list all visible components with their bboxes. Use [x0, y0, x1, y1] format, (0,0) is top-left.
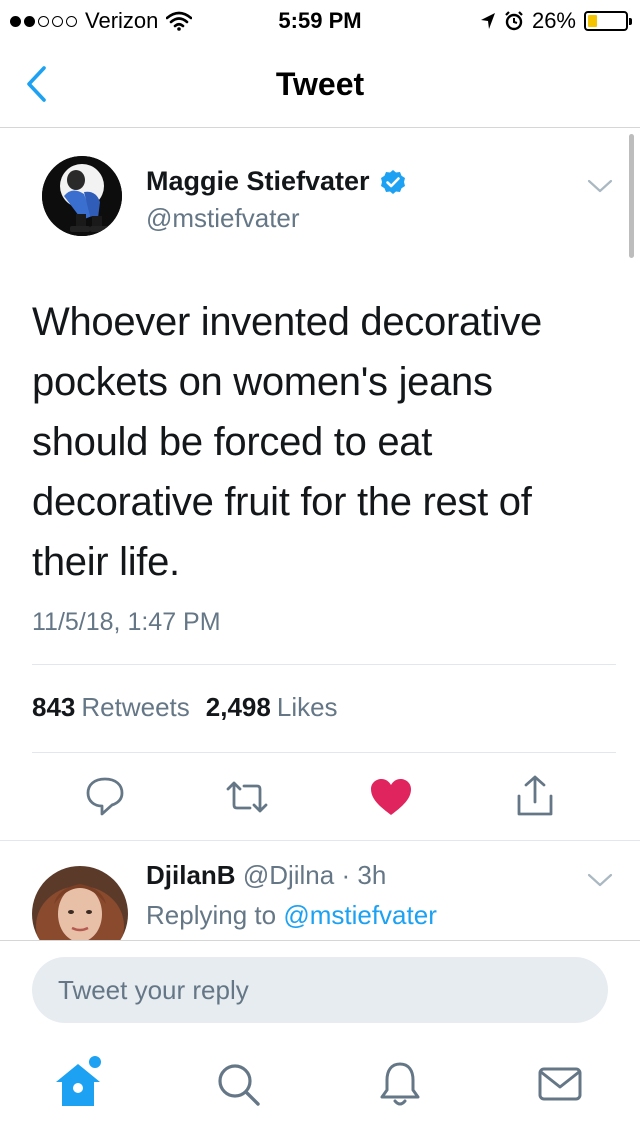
replying-prefix: Replying to [146, 900, 277, 930]
scrollbar-thumb[interactable] [629, 134, 634, 258]
tweet-timestamp: 11/5/18, 1:47 PM [32, 608, 221, 636]
messages-envelope-icon[interactable] [530, 1054, 590, 1114]
retweet-icon[interactable] [222, 772, 272, 822]
author-avatar[interactable] [42, 156, 122, 236]
chevron-down-icon[interactable] [586, 870, 614, 890]
likes-count: 2,498 [205, 692, 271, 722]
reply-input[interactable] [32, 957, 608, 1023]
reply-meta[interactable]: DjilanB @Djilna · 3h [146, 860, 386, 891]
likes-label: Likes [276, 692, 338, 722]
battery-percent: 26% [531, 8, 576, 33]
battery-icon [584, 11, 632, 31]
reply-author-handle[interactable]: @Djilna [243, 860, 334, 890]
status-bar-right: 26% [480, 8, 632, 34]
author-handle[interactable]: @mstiefvater [146, 203, 406, 234]
notifications-bell-icon[interactable] [370, 1054, 430, 1114]
tab-bar [0, 1034, 640, 1136]
replying-to-mention[interactable]: @mstiefvater [283, 900, 437, 930]
page-title: Tweet [275, 66, 365, 102]
reply-icon[interactable] [80, 772, 130, 822]
tweet-author[interactable]: Maggie Stiefvater @mstiefvater [146, 166, 406, 234]
retweets-label: Retweets [81, 692, 190, 722]
home-icon[interactable] [48, 1054, 108, 1114]
replying-to-line: Replying to @mstiefvater [146, 900, 437, 931]
tweet-text: Whoever invented decorative pockets on w… [32, 300, 542, 584]
status-bar: Verizon 5:59 PM 26% [0, 0, 640, 40]
likes-stat[interactable]: 2,498 Likes [206, 692, 338, 723]
search-icon[interactable] [208, 1054, 268, 1114]
divider [32, 752, 616, 753]
reply-author-name[interactable]: DjilanB [146, 860, 236, 890]
navigation-bar: Tweet [0, 40, 640, 128]
divider [0, 840, 640, 841]
battery-level-fill [588, 15, 598, 27]
retweets-stat[interactable]: 843 Retweets [32, 692, 190, 723]
chevron-down-icon[interactable] [586, 176, 614, 196]
location-arrow-icon [480, 13, 495, 29]
reply-separator: · [341, 860, 351, 890]
like-heart-icon[interactable] [366, 772, 416, 822]
author-name[interactable]: Maggie Stiefvater [146, 166, 370, 197]
retweets-count: 843 [32, 692, 76, 722]
reply-composer-bar [0, 940, 640, 1034]
tweet-actions [0, 772, 640, 822]
tweet-stats: 843 Retweets 2,498 Likes [32, 692, 338, 723]
alarm-icon [505, 11, 523, 31]
divider [32, 664, 616, 665]
share-icon[interactable] [510, 772, 560, 822]
verified-badge-icon [380, 169, 405, 194]
reply-age: 3h [357, 860, 387, 890]
